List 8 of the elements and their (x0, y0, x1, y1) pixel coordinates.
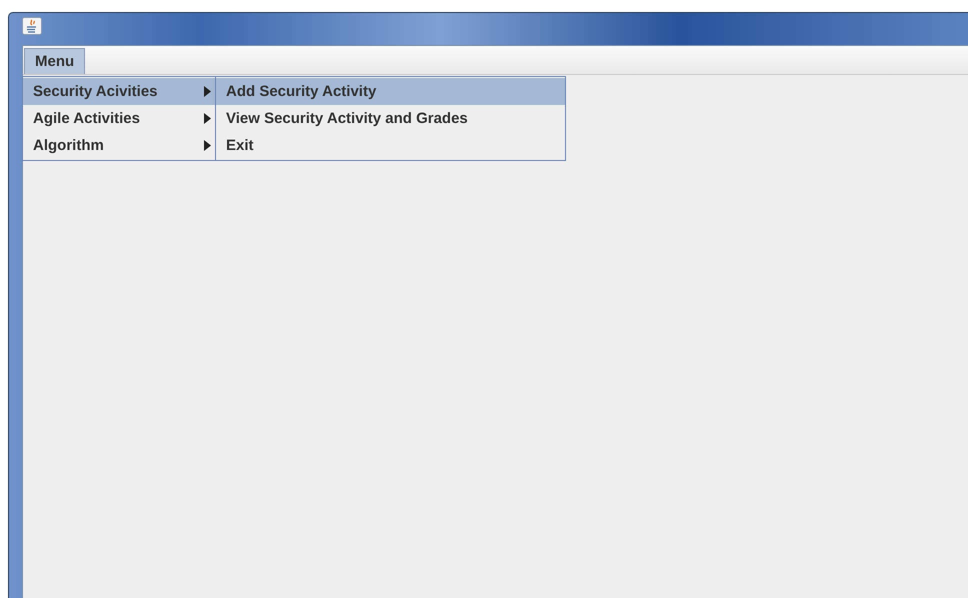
submenu-option[interactable]: Add Security Activity (216, 78, 565, 105)
dropdown-option[interactable]: Agile Activities (23, 105, 215, 132)
menu-bar-item[interactable]: Menu (24, 48, 86, 74)
dropdown-option[interactable]: Algorithm (23, 132, 215, 159)
java-app-icon (22, 17, 42, 35)
submenu-option[interactable]: View Security Activity and Grades (216, 105, 565, 132)
submenu-option[interactable]: Exit (216, 132, 565, 159)
dropdown-option[interactable]: Security Acivities (23, 78, 215, 105)
